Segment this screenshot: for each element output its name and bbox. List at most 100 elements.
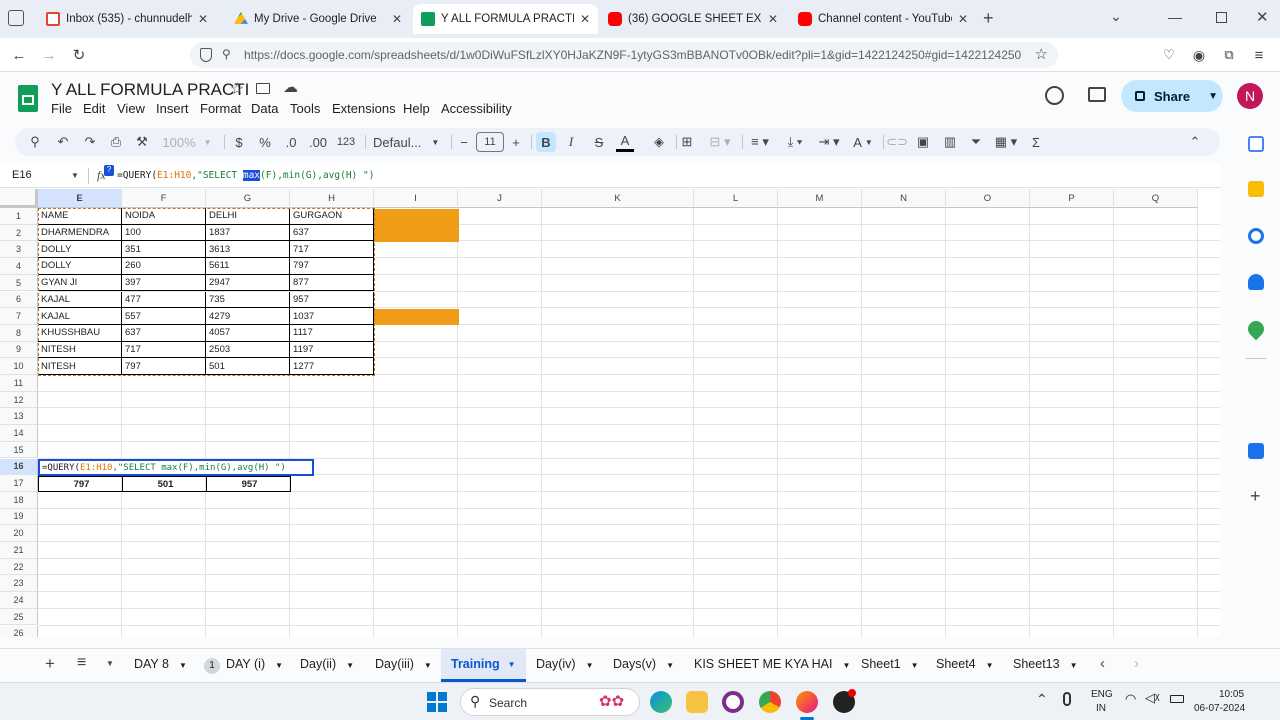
sheets-logo-icon[interactable]: [18, 85, 38, 112]
chevron-down-icon[interactable]: ▼: [71, 171, 79, 180]
keep-icon[interactable]: [1248, 181, 1264, 197]
close-icon[interactable]: ✕: [762, 12, 778, 26]
result-cell-e17[interactable]: 797: [38, 476, 122, 492]
decrease-decimal-button[interactable]: .0: [282, 132, 300, 152]
column-header[interactable]: M: [778, 189, 862, 208]
menu-extensions[interactable]: Extensions: [332, 101, 396, 116]
tab-list-icon[interactable]: [8, 10, 24, 26]
version-history-icon[interactable]: [1045, 86, 1064, 105]
scroll-tabs-right-icon[interactable]: ›: [1134, 655, 1139, 672]
italic-button[interactable]: I: [563, 132, 579, 152]
edge-icon[interactable]: [650, 691, 672, 713]
collapse-toolbar-icon[interactable]: ⌃: [1187, 132, 1203, 152]
row-header[interactable]: 18: [0, 491, 38, 509]
result-cell-f17[interactable]: 501: [122, 476, 206, 492]
column-header[interactable]: E: [38, 189, 122, 208]
font-select[interactable]: Defaul... ▼: [373, 132, 439, 152]
column-header[interactable]: Q: [1114, 189, 1198, 208]
battery-icon[interactable]: [1170, 695, 1184, 703]
restore-button[interactable]: [1216, 12, 1227, 23]
menu-view[interactable]: View: [117, 101, 145, 116]
account-icon[interactable]: ◉: [1188, 44, 1210, 66]
close-icon[interactable]: ✕: [952, 12, 968, 26]
insert-comment-icon[interactable]: ▣: [914, 132, 932, 152]
spreadsheet-grid[interactable]: EFGHIJKLMNOPQ 1 2 3 4 5 6 7 8 9 10 11 12 13 14 15 16 17 1…: [0, 189, 1220, 637]
new-tab-button[interactable]: +: [983, 8, 994, 29]
row-header[interactable]: 19: [0, 508, 38, 526]
language-top[interactable]: ENG: [1091, 689, 1113, 700]
sheet-tab-days-v[interactable]: Days(v) ▼: [613, 657, 674, 671]
chevron-down-icon[interactable]: ▼: [106, 659, 114, 668]
row-header[interactable]: 4: [0, 258, 38, 275]
browser-tab-youtube-2[interactable]: Channel content - YouTube Stu ✕: [790, 4, 976, 34]
column-header[interactable]: I: [374, 189, 458, 208]
close-icon[interactable]: ✕: [574, 12, 590, 26]
strikethrough-button[interactable]: S: [591, 132, 607, 152]
row-header[interactable]: 24: [0, 592, 38, 609]
formula-input[interactable]: =QUERY(E1:H10,"SELECT max(F),min(G),avg(…: [117, 170, 374, 181]
row-header[interactable]: 17: [0, 475, 38, 492]
chevron-down-icon[interactable]: ▼: [1208, 91, 1218, 102]
bold-button[interactable]: B: [536, 132, 556, 152]
menu-accessibility[interactable]: Accessibility: [441, 101, 512, 116]
get-addons-icon[interactable]: +: [1250, 486, 1261, 507]
filter-icon[interactable]: ⏷: [968, 132, 984, 152]
windows-start-icon[interactable]: [427, 692, 447, 712]
menu-data[interactable]: Data: [251, 101, 278, 116]
column-header[interactable]: P: [1030, 189, 1114, 208]
avatar[interactable]: N: [1237, 83, 1263, 109]
close-icon[interactable]: ✕: [386, 12, 402, 26]
sheet-tab-day-i[interactable]: 1 DAY (i) ▼: [204, 657, 283, 674]
back-button[interactable]: ←: [8, 44, 30, 66]
row-header[interactable]: 21: [0, 542, 38, 559]
row-header[interactable]: 8: [0, 324, 38, 342]
sheet-tab-day-ii[interactable]: Day(ii) ▼: [300, 657, 354, 671]
row-header[interactable]: 1: [0, 208, 38, 225]
column-header[interactable]: H: [290, 189, 374, 208]
result-cell-g17[interactable]: 957: [206, 476, 290, 492]
clock-date[interactable]: 06-07-2024: [1194, 703, 1245, 714]
currency-format-button[interactable]: $: [232, 132, 246, 152]
sheet-tab-kis-sheet[interactable]: KIS SHEET ME KYA HAI ▼: [694, 657, 850, 671]
row-header[interactable]: 7: [0, 308, 38, 325]
language-bottom[interactable]: IN: [1096, 703, 1106, 714]
firefox-icon[interactable]: [796, 691, 818, 713]
row-header[interactable]: 11: [0, 375, 38, 392]
column-header[interactable]: O: [946, 189, 1030, 208]
column-header[interactable]: J: [458, 189, 542, 208]
print-icon[interactable]: ⎙: [108, 132, 124, 152]
maps-icon[interactable]: [1244, 317, 1268, 341]
redo-icon[interactable]: ↷: [82, 132, 98, 152]
close-icon[interactable]: ✕: [192, 12, 208, 26]
sheet-tab-sheet4[interactable]: Sheet4 ▼: [936, 657, 994, 671]
fill-color-icon[interactable]: ◈: [651, 132, 667, 152]
minimize-button[interactable]: —: [1168, 9, 1182, 25]
pocket-icon[interactable]: ♡: [1158, 44, 1180, 66]
chevron-down-icon[interactable]: ⌄: [1110, 8, 1122, 25]
increase-font-size-button[interactable]: +: [509, 132, 523, 152]
help-badge-icon[interactable]: ?: [104, 165, 114, 176]
row-header[interactable]: 3: [0, 241, 38, 259]
vertical-align-icon[interactable]: ⤓ ▾: [781, 132, 809, 152]
chevron-up-icon[interactable]: ⌃: [1036, 691, 1048, 708]
row-header[interactable]: 20: [0, 525, 38, 542]
row-header[interactable]: 23: [0, 575, 38, 593]
sheet-tab-sheet1[interactable]: Sheet1 ▼: [861, 657, 919, 671]
active-cell-editor[interactable]: =QUERY(E1:H10 ,"SELECT max(F),min(G),avg(…: [38, 459, 314, 476]
row-header[interactable]: 15: [0, 441, 38, 459]
decrease-font-size-button[interactable]: −: [457, 132, 471, 152]
column-header[interactable]: G: [206, 189, 290, 208]
sheet-tab-day-iii[interactable]: Day(iii) ▼: [375, 657, 432, 671]
calendar-icon[interactable]: [1248, 136, 1264, 152]
filter-views-icon[interactable]: ▦ ▾: [991, 132, 1021, 152]
column-header[interactable]: L: [694, 189, 778, 208]
highlighted-cell-i1-i2[interactable]: [374, 209, 459, 242]
column-header[interactable]: F: [122, 189, 206, 208]
bookmark-star-icon[interactable]: ☆: [1035, 45, 1048, 63]
row-header[interactable]: 14: [0, 425, 38, 442]
share-button[interactable]: Share ▼: [1121, 80, 1223, 112]
undo-icon[interactable]: ↶: [55, 132, 71, 152]
sheet-tab-day8[interactable]: DAY 8 ▼: [134, 657, 187, 671]
sheet-tab-training[interactable]: Training ▼: [441, 649, 526, 682]
wifi-icon[interactable]: ◠: [1125, 691, 1136, 707]
